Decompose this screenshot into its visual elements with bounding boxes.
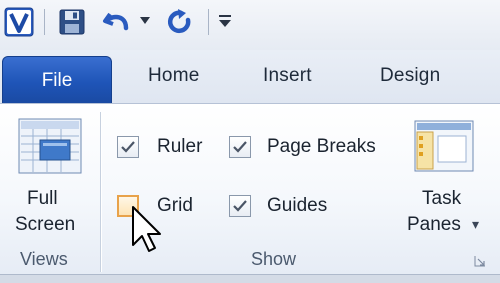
task-panes-button-label-line1[interactable]: Task [422,188,461,210]
checkmark-icon [233,200,247,212]
task-panes-button-label-line2[interactable]: Panes [407,214,461,236]
chevron-down-icon[interactable] [140,17,150,25]
full-screen-icon [18,118,82,174]
mouse-cursor-icon [132,206,161,252]
save-icon[interactable] [58,8,86,36]
qat-separator [44,9,45,35]
guides-checkbox[interactable] [229,195,251,217]
tab-insert[interactable]: Insert [263,65,312,87]
full-screen-button-label-line1[interactable]: Full [27,188,58,210]
task-panes-dropdown-icon[interactable]: ▾ [472,216,479,233]
group-divider [100,112,101,272]
qat-separator [208,9,209,35]
group-label-show: Show [251,249,297,269]
checkmark-icon [233,141,247,153]
guides-checkbox-label[interactable]: Guides [267,195,327,217]
redo-icon[interactable] [166,8,196,36]
group-label-views: Views [20,249,68,269]
tab-design[interactable]: Design [380,65,440,87]
ruler-checkbox-label[interactable]: Ruler [157,136,202,158]
page-breaks-checkbox-label[interactable]: Page Breaks [267,136,376,158]
tab-home[interactable]: Home [148,65,199,87]
task-panes-icon [414,120,474,172]
dialog-launcher-icon[interactable] [474,255,486,267]
full-screen-button-label-line2[interactable]: Screen [15,214,75,236]
checkmark-icon [121,141,135,153]
undo-icon[interactable] [102,8,132,36]
ruler-checkbox[interactable] [117,136,139,158]
page-breaks-checkbox[interactable] [229,136,251,158]
customize-qat-icon[interactable] [218,13,232,29]
quick-access-toolbar [0,0,500,50]
visio-logo-icon[interactable] [4,7,34,37]
tab-file[interactable]: File [2,56,112,103]
grid-checkbox-label[interactable]: Grid [157,195,193,217]
